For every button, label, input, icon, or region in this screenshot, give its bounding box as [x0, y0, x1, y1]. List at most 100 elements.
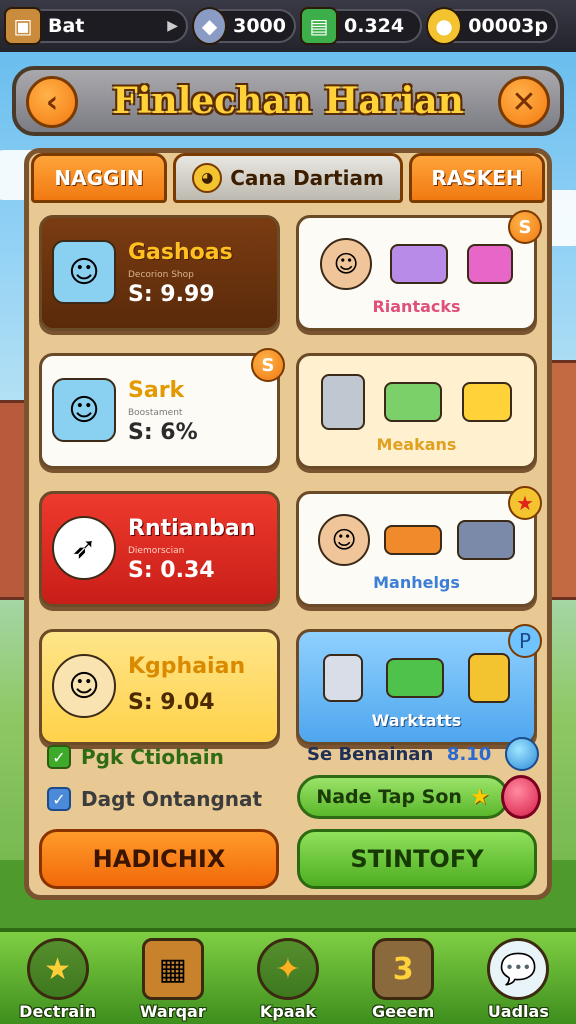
- nav-item-warqar[interactable]: ▦ Warqar: [123, 938, 223, 1021]
- nav-item-dectrain[interactable]: ★ Dectrain: [8, 938, 108, 1021]
- cash-pill[interactable]: ▤ 0.324: [300, 7, 422, 45]
- item-art: ☺: [311, 508, 522, 572]
- currency-bar: ▣ Bat ▶ ◆ 3000 ▤ 0.324 ● 00003p: [0, 0, 576, 52]
- fire-crate-icon: [386, 658, 445, 698]
- p-badge-icon: P: [508, 624, 542, 658]
- close-icon: ✕: [511, 84, 537, 120]
- crate-icon: ▣: [4, 7, 42, 45]
- offer-label: Manhelgs: [373, 573, 460, 592]
- offer-price: S: 0.34: [128, 558, 215, 583]
- character-face-icon: ☺: [318, 514, 371, 566]
- cat-face-icon: ◕: [192, 163, 223, 193]
- item-art: [311, 646, 522, 710]
- info-row: Se Benainan 8.10: [307, 737, 539, 771]
- offer-subtitle: Decorion Shop: [128, 270, 194, 280]
- number-three-icon: 3: [372, 938, 435, 1000]
- handheld-game-icon: [384, 382, 443, 422]
- offer-card-kgphaian[interactable]: ☺ Kgphaian S: 9.04: [39, 629, 280, 745]
- tab-label: NAGGIN: [54, 166, 144, 190]
- profile-label: Bat: [48, 15, 85, 37]
- globe-icon[interactable]: [504, 737, 539, 771]
- coins-pill[interactable]: ● 00003p: [426, 7, 558, 45]
- coin-badge-icon: S: [508, 210, 542, 244]
- offer-name: Sark: [128, 378, 185, 403]
- treasure-bag-icon: [462, 382, 513, 422]
- tab-label: RASKEH: [431, 166, 523, 190]
- offer-label: Meakans: [376, 435, 457, 454]
- offer-name: Kgphaian: [128, 654, 246, 679]
- offer-card-manhelgs[interactable]: ☺ Manhelgs ★: [296, 486, 542, 607]
- gems-pill[interactable]: ◆ 3000: [192, 7, 296, 45]
- info-value: 8.10: [446, 743, 492, 765]
- trash-can-icon: [320, 374, 365, 430]
- item-art: [311, 370, 522, 434]
- page-title: Finlechan Harian: [112, 80, 464, 122]
- node-tap-button[interactable]: Nade Tap Son ★: [297, 775, 509, 819]
- offer-card-gashoas[interactable]: ☺ Gashoas Decorion Shop S: 9.99: [39, 215, 280, 331]
- brick-icon: [384, 525, 443, 555]
- checkbox-icon[interactable]: ✓: [47, 787, 71, 811]
- star-icon: ★: [26, 938, 89, 1000]
- offer-card-rntianban[interactable]: ➶ Rntianban Diemorscian S: 0.34: [39, 491, 280, 607]
- rocket-avatar: ➶: [52, 516, 116, 580]
- nav-item-kpaak[interactable]: ✦ Kpaak: [238, 938, 338, 1021]
- gem-icon: ◆: [192, 7, 228, 45]
- offer-name: Rntianban: [128, 516, 256, 541]
- checkmark-icon[interactable]: ✓: [47, 745, 71, 769]
- option-dagt-ontangnat[interactable]: ✓ Dagt Ontangnat: [47, 787, 262, 811]
- offer-card-meakans[interactable]: Meakans: [296, 353, 537, 469]
- coin-badge-icon: S: [251, 348, 285, 382]
- tab-label: Cana Dartiam: [230, 166, 384, 190]
- tab-cana-dartiam[interactable]: ◕ Cana Dartiam: [173, 153, 403, 203]
- gift-box-icon: [390, 244, 449, 284]
- nav-label: Warqar: [139, 1002, 206, 1021]
- offer-price: S: 9.04: [128, 690, 215, 715]
- gift-box-icon: [466, 244, 513, 284]
- nav-item-geeem[interactable]: 3 Geeem: [353, 938, 453, 1021]
- shooting-star-icon: ✦: [256, 938, 319, 1000]
- bucket-icon: [468, 653, 511, 703]
- nav-item-uadlas[interactable]: 💬 Uadlas: [468, 938, 568, 1021]
- stintofy-button[interactable]: STINTOFY: [297, 829, 537, 889]
- profile-pill[interactable]: ▣ Bat ▶: [4, 7, 188, 45]
- characters-avatar: ☺: [52, 240, 116, 304]
- offer-grid: ☺ Gashoas Decorion Shop S: 9.99 ☺ Rianta…: [39, 210, 542, 745]
- offer-card-sark[interactable]: ☺ Sark Boostament S: 6% S: [39, 348, 285, 469]
- chevron-right-icon: ▶: [167, 18, 178, 34]
- hadichix-button[interactable]: HADICHIX: [39, 829, 279, 889]
- title-banner: ‹ Finlechan Harian ✕: [12, 66, 564, 136]
- bottom-nav: ★ Dectrain ▦ Warqar ✦ Kpaak 3 Geeem 💬 Ua…: [0, 928, 576, 1024]
- tab-raskeh[interactable]: RASKEH: [409, 153, 545, 203]
- offer-card-warktatts[interactable]: Warktatts P: [296, 624, 542, 745]
- offer-price: S: 6%: [128, 420, 198, 445]
- option-label: Pgk Ctiohain: [81, 745, 224, 769]
- tab-bar: NAGGIN ◕ Cana Dartiam RASKEH: [29, 153, 547, 205]
- coin-icon: ●: [426, 7, 463, 45]
- nav-label: Geeem: [371, 1002, 435, 1021]
- button-label: HADICHIX: [92, 845, 226, 873]
- chat-bubble-icon: 💬: [487, 938, 550, 1000]
- offer-subtitle: Diemorscian: [128, 546, 185, 556]
- tab-naggin[interactable]: NAGGIN: [31, 153, 167, 203]
- info-label: Se Benainan: [307, 743, 434, 765]
- nav-label: Uadlas: [487, 1002, 549, 1021]
- cash-value: 0.324: [344, 15, 405, 37]
- option-pgk-ctiohain[interactable]: ✓ Pgk Ctiohain: [47, 745, 224, 769]
- nav-label: Dectrain: [19, 1002, 96, 1021]
- item-art: ☺: [311, 232, 522, 296]
- cash-icon: ▤: [300, 7, 338, 45]
- close-button[interactable]: ✕: [498, 76, 550, 128]
- coins-value: 00003p: [468, 15, 548, 37]
- character-face-icon: ☺: [320, 238, 373, 290]
- offer-card-riantacks[interactable]: ☺ Riantacks S: [296, 210, 542, 331]
- node-button-label: Nade Tap Son: [316, 786, 462, 808]
- option-label: Dagt Ontangnat: [81, 787, 263, 811]
- gems-value: 3000: [233, 15, 286, 37]
- shop-panel: NAGGIN ◕ Cana Dartiam RASKEH ☺ Gashoas D…: [24, 148, 552, 900]
- back-button[interactable]: ‹: [26, 76, 78, 128]
- offer-price: S: 9.99: [128, 282, 215, 307]
- ruby-icon[interactable]: [501, 775, 541, 819]
- offer-label: Riantacks: [372, 297, 461, 316]
- box-icon: [322, 654, 363, 702]
- offer-subtitle: Boostament: [128, 408, 183, 418]
